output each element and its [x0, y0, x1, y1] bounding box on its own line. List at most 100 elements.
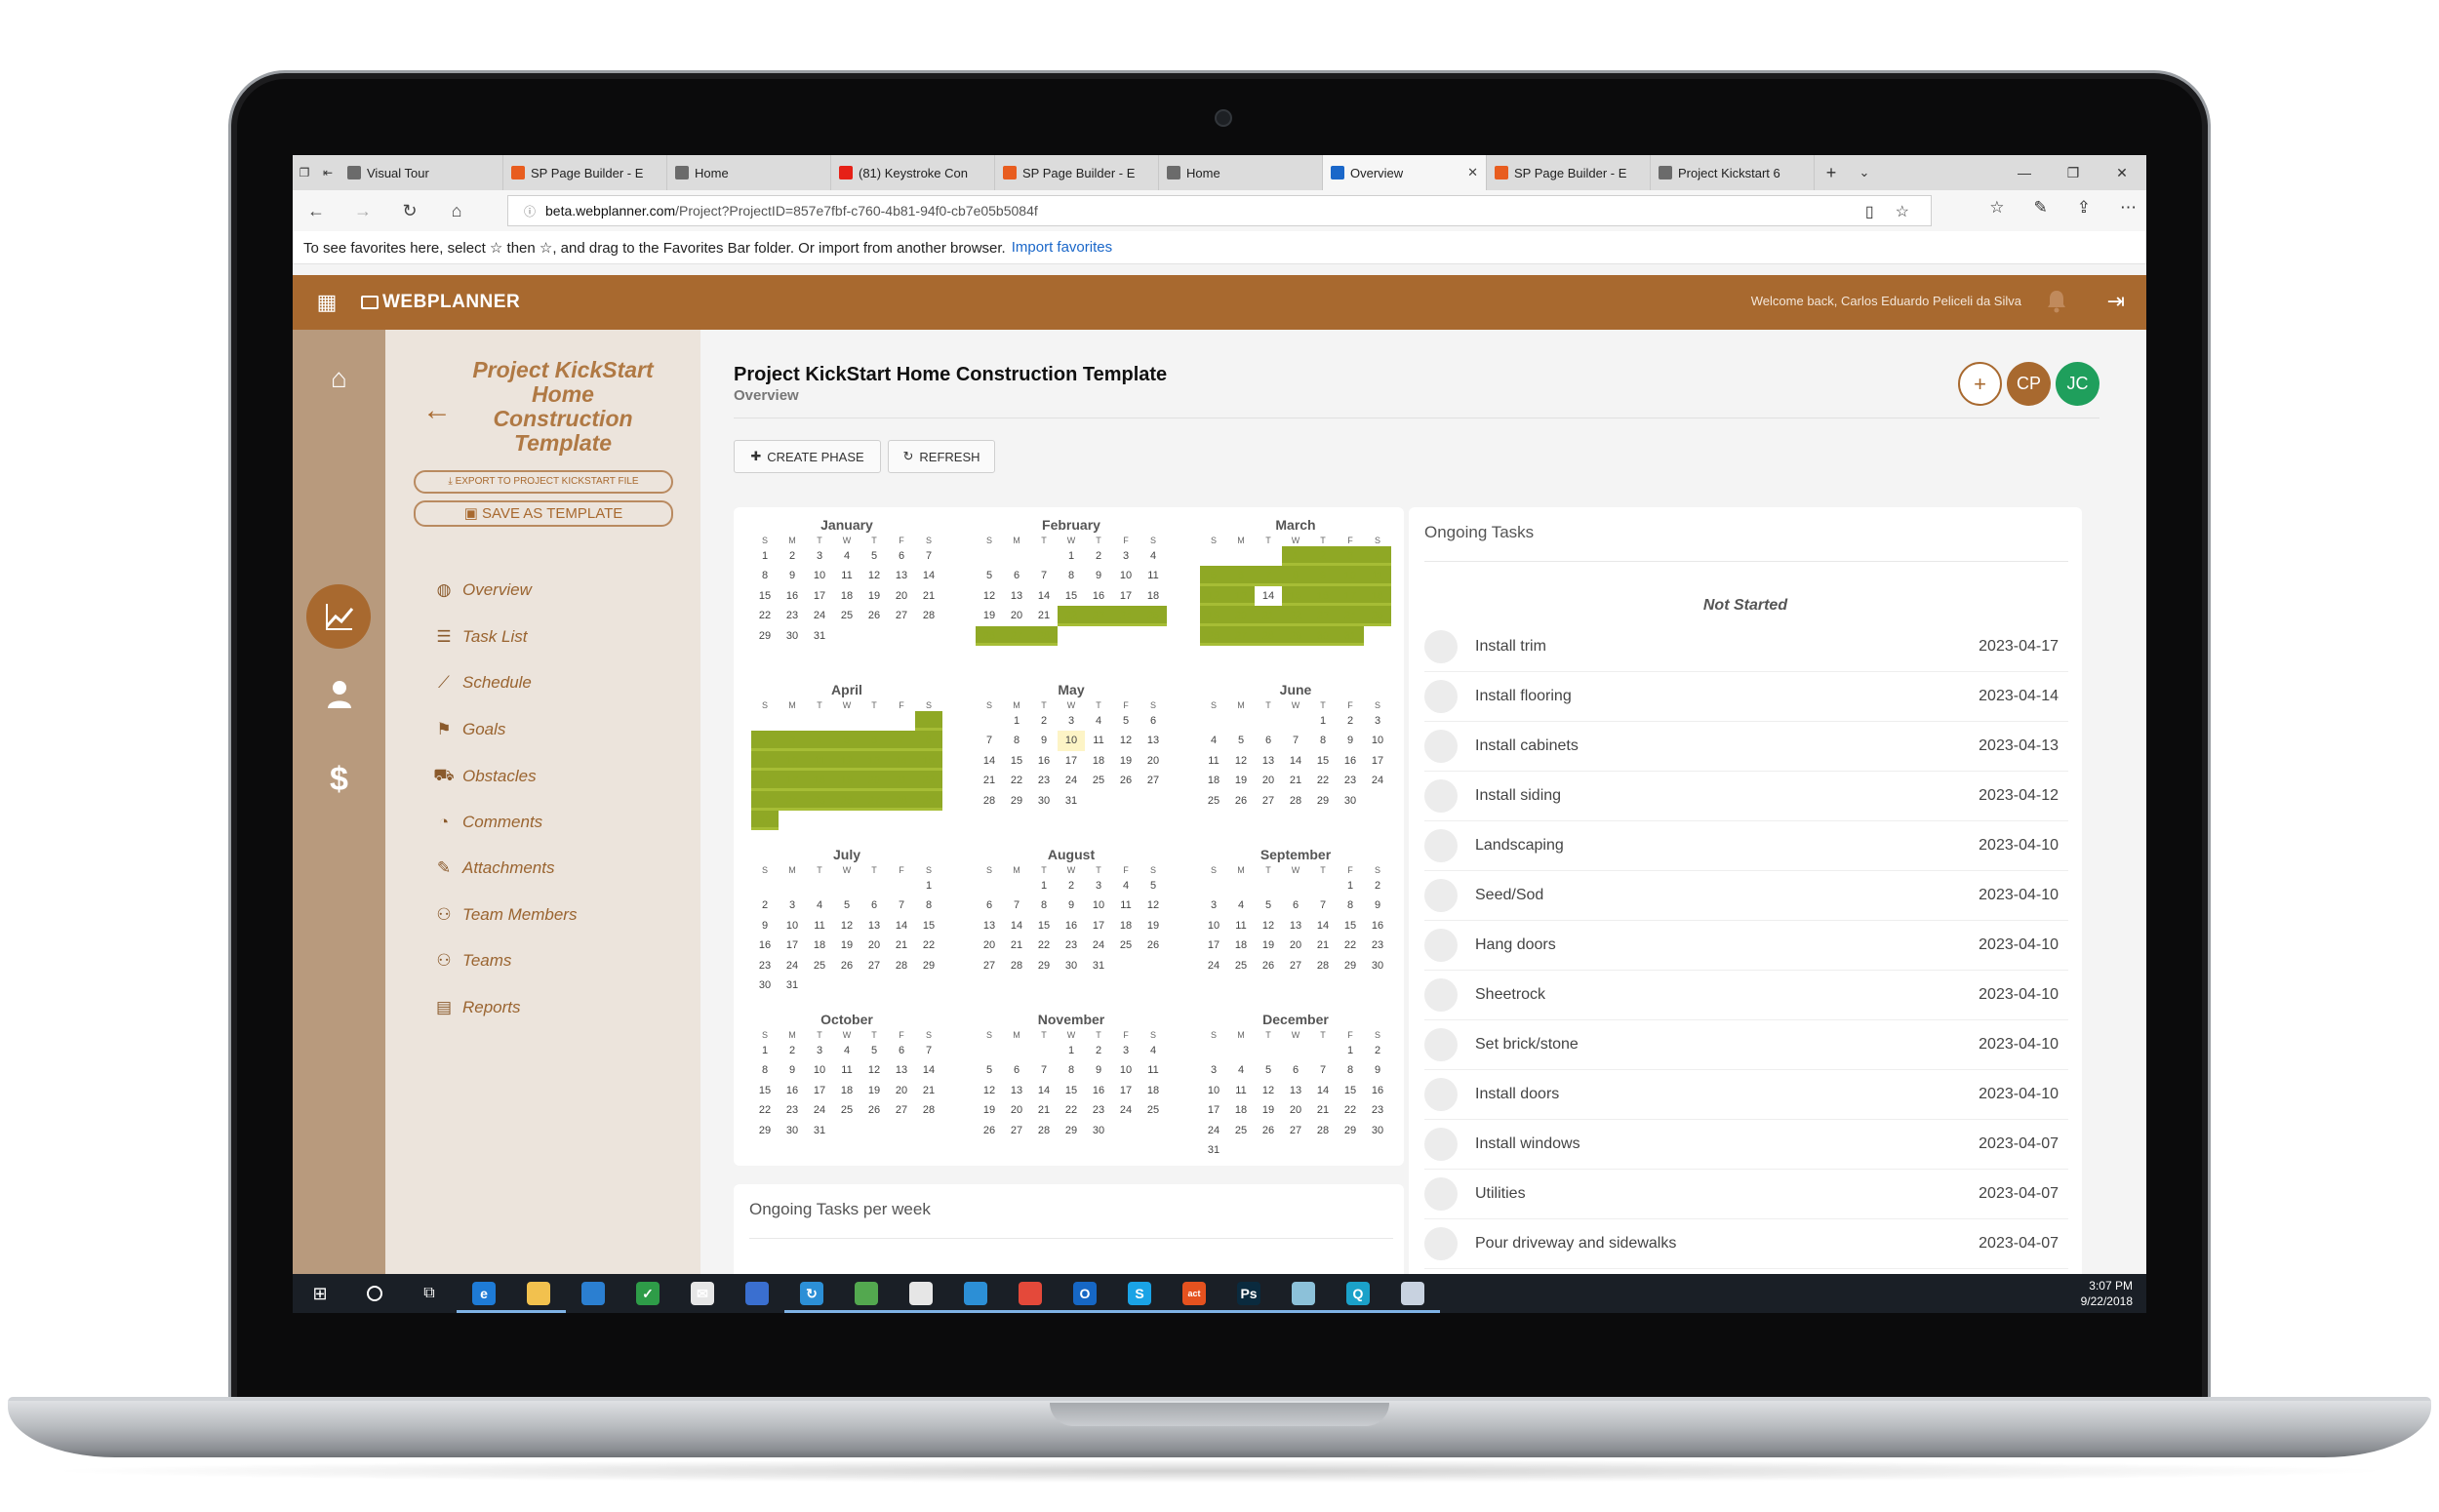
calendar-day[interactable]: 17 [1337, 585, 1364, 607]
create-phase-button[interactable]: ✚ CREATE PHASE [734, 440, 881, 473]
calendar-day[interactable]: 20 [1282, 935, 1309, 955]
calendar-day[interactable]: 16 [1030, 751, 1058, 771]
home-icon[interactable]: ⌂ [433, 201, 480, 221]
calendar-day[interactable]: 1 [751, 546, 779, 566]
calendar-day[interactable]: 20 [1003, 606, 1030, 625]
calendar-day[interactable]: 13 [1227, 585, 1255, 607]
calendar-day[interactable]: 16 [1309, 585, 1337, 607]
calendar-day[interactable]: 28 [1309, 956, 1337, 975]
calendar-day[interactable]: 15 [1058, 586, 1085, 606]
calendar-day[interactable]: 16 [1085, 1081, 1112, 1100]
calendar-day[interactable]: 10 [806, 566, 833, 585]
calendar-day[interactable]: 14 [976, 751, 1003, 771]
calendar-day[interactable]: 26 [833, 790, 860, 811]
calendar-day[interactable]: 10 [1364, 731, 1391, 750]
calendar-day[interactable]: 31 [1085, 956, 1112, 975]
calendar-day[interactable]: 25 [1140, 606, 1167, 626]
calendar-day[interactable]: 23 [1085, 606, 1112, 626]
calendar-day[interactable]: 1 [915, 711, 942, 732]
calendar-day[interactable]: 30 [1337, 791, 1364, 811]
calendar-day[interactable]: 7 [888, 895, 915, 915]
calendar-day[interactable]: 19 [833, 771, 860, 791]
calendar-day[interactable]: 28 [1030, 1121, 1058, 1140]
calendar-day[interactable]: 27 [1282, 956, 1309, 975]
calendar-day[interactable]: 29 [751, 626, 779, 646]
calendar-day[interactable]: 2 [1058, 876, 1085, 895]
dashlane-icon[interactable] [894, 1274, 948, 1313]
user-nav-icon[interactable] [326, 679, 353, 708]
calendar-day[interactable]: 13 [976, 916, 1003, 935]
calendar-day[interactable]: 5 [833, 895, 860, 915]
calendar-day[interactable]: 29 [1030, 956, 1058, 975]
calendar-day[interactable]: 3 [806, 1041, 833, 1060]
calendar-day[interactable]: 6 [1227, 566, 1255, 586]
outlook-icon[interactable]: O [1058, 1274, 1112, 1313]
calendar-day[interactable]: 24 [1112, 1100, 1140, 1120]
calendar-day[interactable]: 10 [1200, 1081, 1227, 1100]
calendar-day[interactable]: 24 [779, 790, 806, 811]
calendar-day[interactable]: 4 [1085, 711, 1112, 731]
calendar-day[interactable]: 10 [779, 750, 806, 772]
calendar-day[interactable]: 9 [751, 750, 779, 772]
task-row[interactable]: Install trim 2023-04-17 [1424, 622, 2068, 672]
import-favorites-link[interactable]: Import favorites [1012, 239, 1112, 256]
browser-tab[interactable]: SP Page Builder - E [995, 155, 1159, 190]
bell-icon[interactable] [2045, 289, 2068, 314]
browser-tab[interactable]: (81) Keystroke Con [831, 155, 995, 190]
calendar-day[interactable]: 21 [1255, 606, 1282, 626]
calendar-day[interactable]: 11 [1364, 566, 1391, 586]
calendar-day[interactable]: 7 [976, 731, 1003, 750]
calendar-day[interactable]: 25 [1112, 935, 1140, 955]
calendar-day[interactable]: 27 [860, 790, 888, 811]
calendar-day[interactable]: 2 [1337, 711, 1364, 731]
calendar-day[interactable]: 6 [976, 895, 1003, 915]
calendar-day[interactable]: 18 [1140, 1081, 1167, 1100]
calendar-day[interactable]: 20 [860, 935, 888, 955]
calendar-day[interactable]: 27 [888, 1100, 915, 1120]
calendar-day[interactable]: 13 [1282, 916, 1309, 935]
calendar-day[interactable]: 31 [1058, 791, 1085, 811]
calendar-day[interactable]: 26 [860, 1100, 888, 1120]
reading-view-icon[interactable]: ▯ [1865, 202, 1874, 221]
calendar-day[interactable]: 28 [888, 956, 915, 975]
calendar-day[interactable]: 14 [1282, 751, 1309, 771]
back-icon[interactable]: ← [293, 201, 340, 221]
calendar-day[interactable]: 13 [1255, 751, 1282, 771]
calendar-day[interactable]: 17 [1058, 751, 1085, 771]
calendar-day[interactable]: 3 [779, 895, 806, 915]
calendar-day[interactable]: 23 [1058, 935, 1085, 955]
nav-item-comments[interactable]: ◔ Comments [433, 813, 542, 832]
chrome-icon[interactable] [1003, 1274, 1058, 1313]
nav-item-obstacles[interactable]: ⛟ Obstacles [433, 766, 536, 787]
calendar-day[interactable]: 31 [806, 1121, 833, 1140]
favorite-star-icon[interactable]: ☆ [1896, 202, 1909, 221]
calendar-day[interactable]: 22 [1309, 771, 1337, 790]
network-icon[interactable] [730, 1274, 784, 1313]
calendar-day[interactable]: 14 [915, 566, 942, 585]
calendar-day[interactable]: 7 [1030, 1060, 1058, 1080]
tab-list-icon[interactable]: ❐ [293, 155, 316, 190]
calendar-day[interactable]: 7 [1282, 731, 1309, 750]
calendar-day[interactable]: 30 [1085, 1121, 1112, 1140]
calendar-day[interactable]: 28 [915, 606, 942, 625]
calendar-day[interactable]: 22 [1030, 935, 1058, 955]
calendar-day[interactable]: 9 [779, 566, 806, 585]
site-info-icon[interactable]: ⓘ [524, 203, 536, 219]
calendar-day[interactable]: 3 [1058, 711, 1085, 731]
calendar-day[interactable]: 15 [751, 586, 779, 606]
calendar-day[interactable]: 3 [1200, 895, 1227, 915]
browser-tab[interactable]: Project Kickstart 6 [1651, 155, 1815, 190]
nav-item-team-members[interactable]: ⚇ Team Members [433, 905, 577, 925]
calendar-day[interactable]: 3 [1112, 546, 1140, 566]
calendar-day[interactable]: 18 [1200, 771, 1227, 790]
calendar-day[interactable]: 25 [833, 606, 860, 625]
calendar-day[interactable]: 16 [1364, 916, 1391, 935]
calendar-day[interactable]: 13 [860, 916, 888, 935]
calendar-day[interactable]: 26 [1140, 935, 1167, 955]
calendar-day[interactable]: 22 [915, 935, 942, 955]
calendar-day[interactable]: 5 [1255, 895, 1282, 915]
calendar-day[interactable]: 7 [1309, 1060, 1337, 1080]
calendar-day[interactable]: 2 [1309, 546, 1337, 567]
calendar-day[interactable]: 12 [860, 1060, 888, 1080]
calendar-day[interactable]: 5 [860, 1041, 888, 1060]
